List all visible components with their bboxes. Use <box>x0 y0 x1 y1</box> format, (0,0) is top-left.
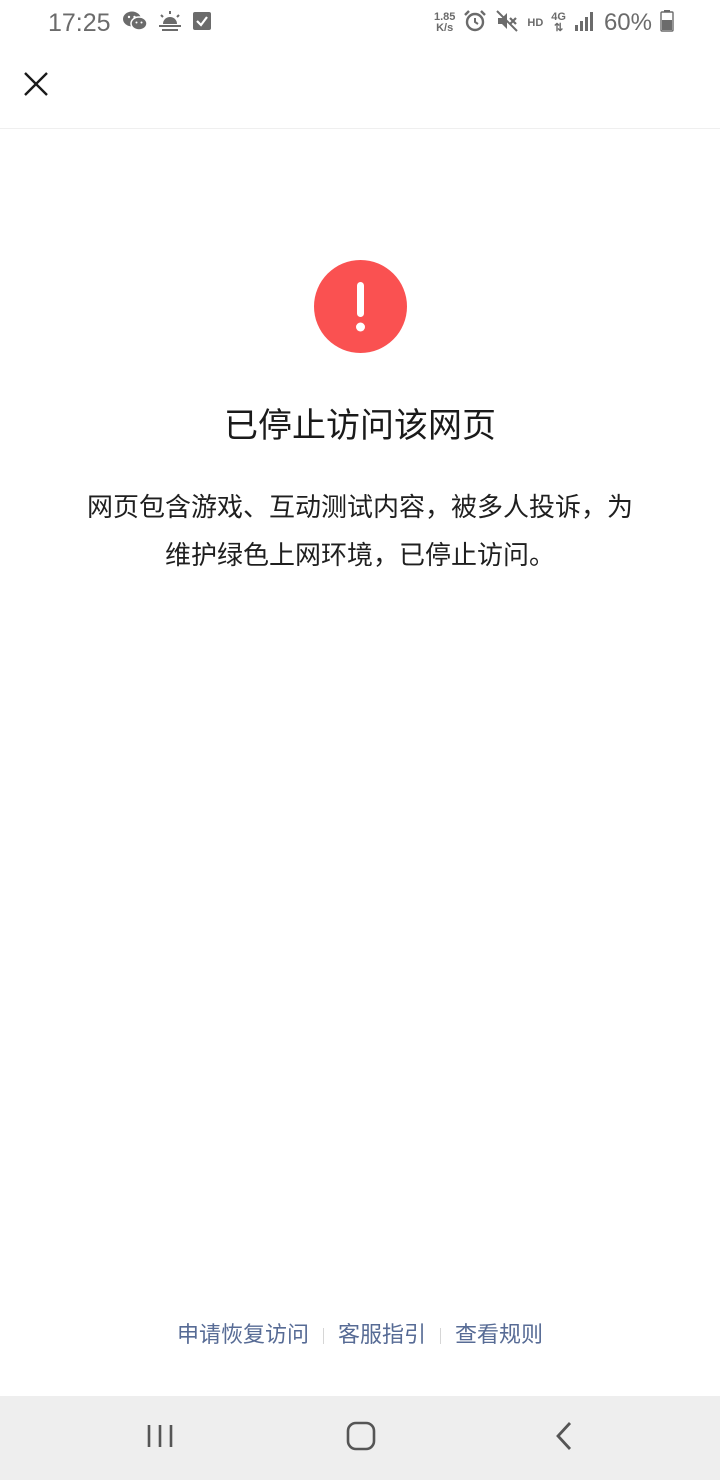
recent-apps-icon <box>145 1422 175 1454</box>
net-speed-unit: K/s <box>436 22 454 34</box>
footer-links: 申请恢复访问 客服指引 查看规则 <box>0 1316 720 1356</box>
alert-circle <box>314 260 407 353</box>
mute-icon <box>495 9 519 37</box>
back-icon <box>552 1420 576 1456</box>
back-button[interactable] <box>540 1414 588 1462</box>
hd-label: HD <box>527 17 544 29</box>
close-button[interactable] <box>16 66 56 106</box>
footer-separator <box>322 1328 324 1344</box>
status-bar: 17:25 1.85 K/s HD 4G ⇅ 60% <box>0 0 720 46</box>
network-type: 4G ⇅ <box>551 12 566 34</box>
wechat-icon <box>122 10 148 36</box>
page-description: 网页包含游戏、互动测试内容，被多人投诉，为 维护绿色上网环境，已停止访问。 <box>56 484 664 580</box>
status-right: 1.85 K/s HD 4G ⇅ 60% <box>434 6 674 40</box>
home-button[interactable] <box>337 1414 385 1462</box>
page-title: 已停止访问该网页 <box>224 406 496 446</box>
footer-separator <box>440 1328 441 1344</box>
status-left-icons <box>122 10 212 36</box>
nav-bar <box>0 1396 720 1480</box>
battery-icon <box>660 10 674 36</box>
view-rules-link[interactable]: 查看规则 <box>455 1316 543 1356</box>
checkbox-icon <box>192 10 212 36</box>
close-icon <box>22 70 50 102</box>
data-arrows-icon: ⇅ <box>554 22 564 34</box>
screen: 17:25 1.85 K/s HD 4G ⇅ 60% 已停止访问该网页 网页包含… <box>0 0 720 1480</box>
signal-icon <box>574 10 596 36</box>
net-speed: 1.85 K/s <box>434 12 455 34</box>
customer-service-link[interactable]: 客服指引 <box>338 1316 426 1356</box>
description-line-2: 维护绿色上网环境，已停止访问。 <box>164 541 555 571</box>
recent-apps-button[interactable] <box>136 1414 184 1462</box>
header <box>0 46 720 129</box>
exclamation-icon <box>356 282 365 332</box>
request-restore-link[interactable]: 申请恢复访问 <box>177 1316 309 1356</box>
status-time: 17:25 <box>48 9 111 37</box>
alarm-icon <box>463 9 487 37</box>
battery-percent: 60% <box>603 9 652 36</box>
weather-icon <box>158 10 182 36</box>
description-line-1: 网页包含游戏、互动测试内容，被多人投诉，为 <box>86 493 633 523</box>
home-icon <box>345 1420 377 1456</box>
